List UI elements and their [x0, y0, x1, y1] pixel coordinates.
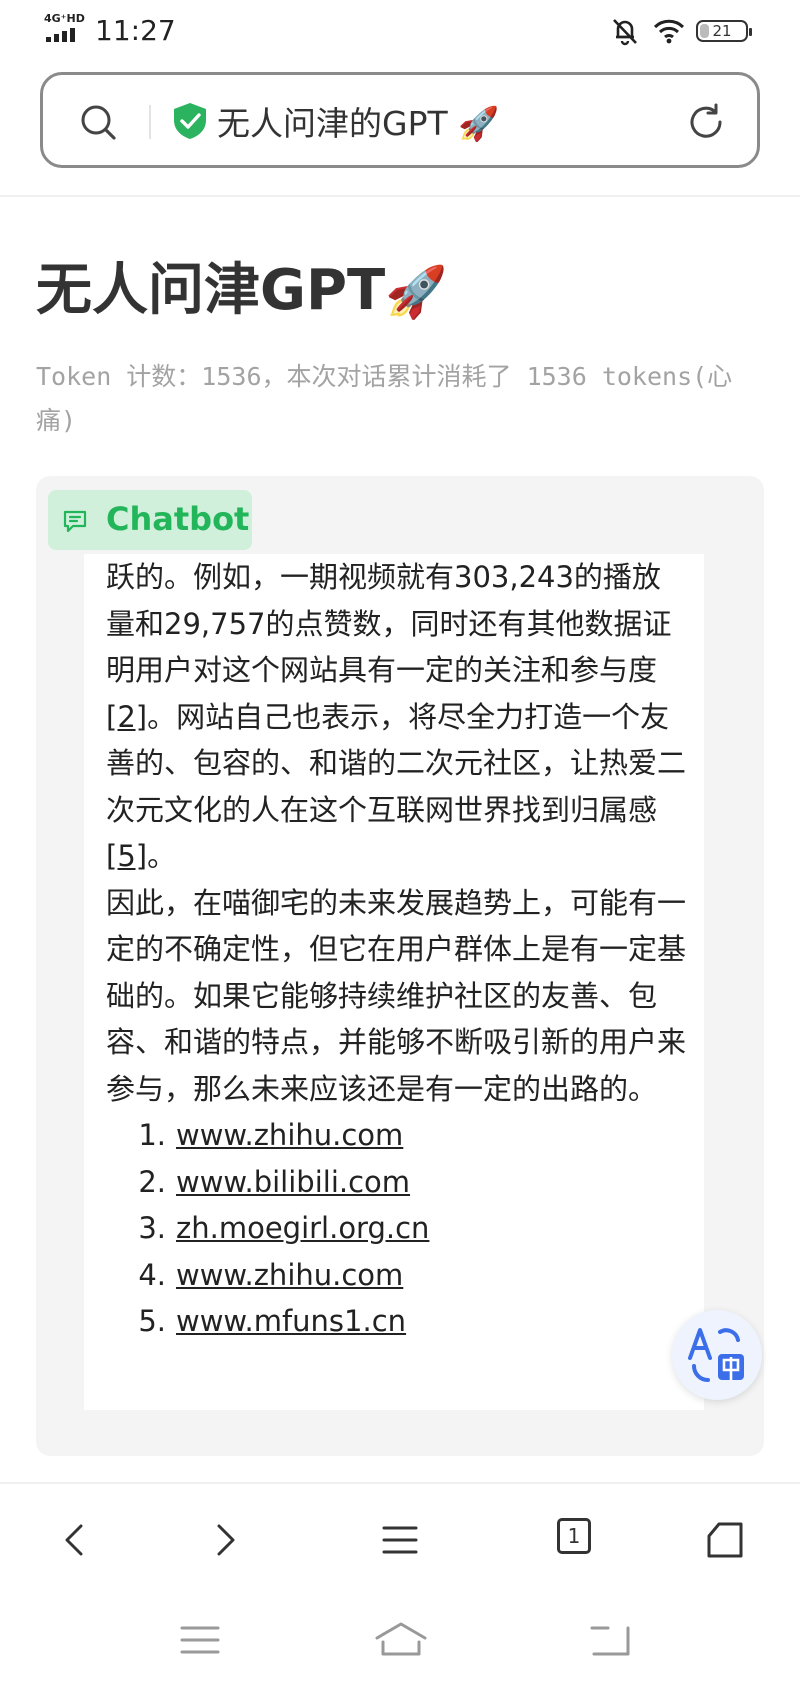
search-icon[interactable]: [79, 103, 117, 141]
translate-button[interactable]: [672, 1310, 762, 1400]
reload-icon[interactable]: [685, 101, 727, 143]
battery-icon: 21: [696, 20, 752, 42]
chatbot-label: Chatbot: [48, 490, 252, 550]
address-title[interactable]: 无人问津的GPT 🚀: [217, 97, 499, 145]
wifi-icon: [653, 19, 685, 44]
toolbar-divider: [0, 1482, 800, 1484]
browser-toolbar: 1: [0, 1500, 800, 1580]
reference-number: 5.: [138, 1304, 166, 1338]
network-type: 4G⁺HD: [44, 12, 85, 25]
message-paragraph-2: 因此，在喵御宅的未来发展趋势上，可能有一定的不确定性，但它在用户群体上是有一定基…: [106, 885, 687, 1106]
reference-item: 1. www.zhihu.com: [106, 1112, 686, 1159]
reference-link[interactable]: www.bilibili.com: [176, 1165, 410, 1199]
reference-number: 1.: [138, 1118, 166, 1152]
message-text-segment: 跃的。例如，一期视频就有303,243的播放量和29,757的点赞数，同时还有其…: [106, 560, 672, 687]
signal-icon: [46, 26, 82, 42]
chatbot-panel[interactable]: Chatbot 跃的。例如，一期视频就有303,243的播放量和29,757的点…: [36, 476, 764, 1456]
reference-item: 2. www.bilibili.com: [106, 1159, 686, 1206]
chatbot-label-text: Chatbot: [106, 500, 250, 538]
battery-level: 21: [712, 22, 732, 40]
recent-apps-icon[interactable]: [178, 1620, 222, 1660]
message-text: 跃的。例如，一期视频就有303,243的播放量和29,757的点赞数，同时还有其…: [106, 554, 686, 1345]
reference-number: 4.: [138, 1257, 166, 1292]
message-text-segment: 。: [147, 839, 177, 873]
reference-item: 4. www.zhihu.com: [106, 1252, 686, 1299]
address-divider: [149, 105, 151, 139]
reference-link[interactable]: www.zhihu.com: [176, 1118, 403, 1152]
menu-icon[interactable]: [378, 1518, 422, 1562]
bot-message: 跃的。例如，一期视频就有303,243的播放量和29,757的点赞数，同时还有其…: [84, 554, 704, 1410]
rocket-icon: 🚀: [385, 263, 448, 321]
home-icon[interactable]: [703, 1518, 747, 1562]
reference-link[interactable]: www.zhihu.com: [176, 1258, 403, 1292]
status-icons: 21: [610, 14, 760, 48]
citation-link-5[interactable]: [5]: [106, 839, 147, 873]
shield-check-icon: [174, 103, 206, 139]
clock: 11:27: [95, 14, 176, 47]
header-divider: [0, 195, 800, 197]
reference-item: 5. www.mfuns1.cn: [106, 1298, 686, 1345]
reference-number: 2.: [138, 1164, 166, 1199]
reference-link[interactable]: zh.moegirl.org.cn: [176, 1211, 429, 1245]
status-bar: 4G⁺HD 11:27 21: [0, 0, 800, 62]
system-back-icon[interactable]: [588, 1620, 632, 1660]
reference-item: 3. zh.moegirl.org.cn: [106, 1205, 686, 1252]
translate-icon: [688, 1328, 744, 1382]
message-paragraph-1: 跃的。例如，一期视频就有303,243的播放量和29,757的点赞数，同时还有其…: [106, 554, 686, 880]
back-icon[interactable]: [54, 1518, 98, 1562]
tabs-icon[interactable]: 1: [557, 1518, 601, 1562]
tab-count: 1: [557, 1518, 591, 1554]
address-bar[interactable]: 无人问津的GPT 🚀: [40, 72, 760, 168]
reference-link[interactable]: www.mfuns1.cn: [176, 1304, 406, 1338]
system-home-icon[interactable]: [374, 1620, 428, 1660]
message-text-segment: 。网站自己也表示，将尽全力打造一个友善的、包容的、和谐的二次元社区，让热爱二次元…: [106, 699, 687, 827]
bell-muted-icon: [613, 19, 637, 46]
reference-list: 1. www.zhihu.com 2. www.bilibili.com 3. zh.…: [106, 1112, 686, 1345]
token-counter: Token 计数：1536，本次对话累计消耗了 1536 tokens(心痛): [36, 362, 733, 435]
page-title: 无人问津GPT🚀: [36, 245, 447, 326]
citation-link-2[interactable]: [2]: [106, 700, 147, 734]
reference-number: 3.: [138, 1211, 166, 1245]
system-navigation: [0, 1610, 800, 1670]
forward-icon[interactable]: [202, 1518, 246, 1562]
chat-icon: [63, 510, 87, 533]
page-title-text: 无人问津GPT: [36, 258, 386, 323]
